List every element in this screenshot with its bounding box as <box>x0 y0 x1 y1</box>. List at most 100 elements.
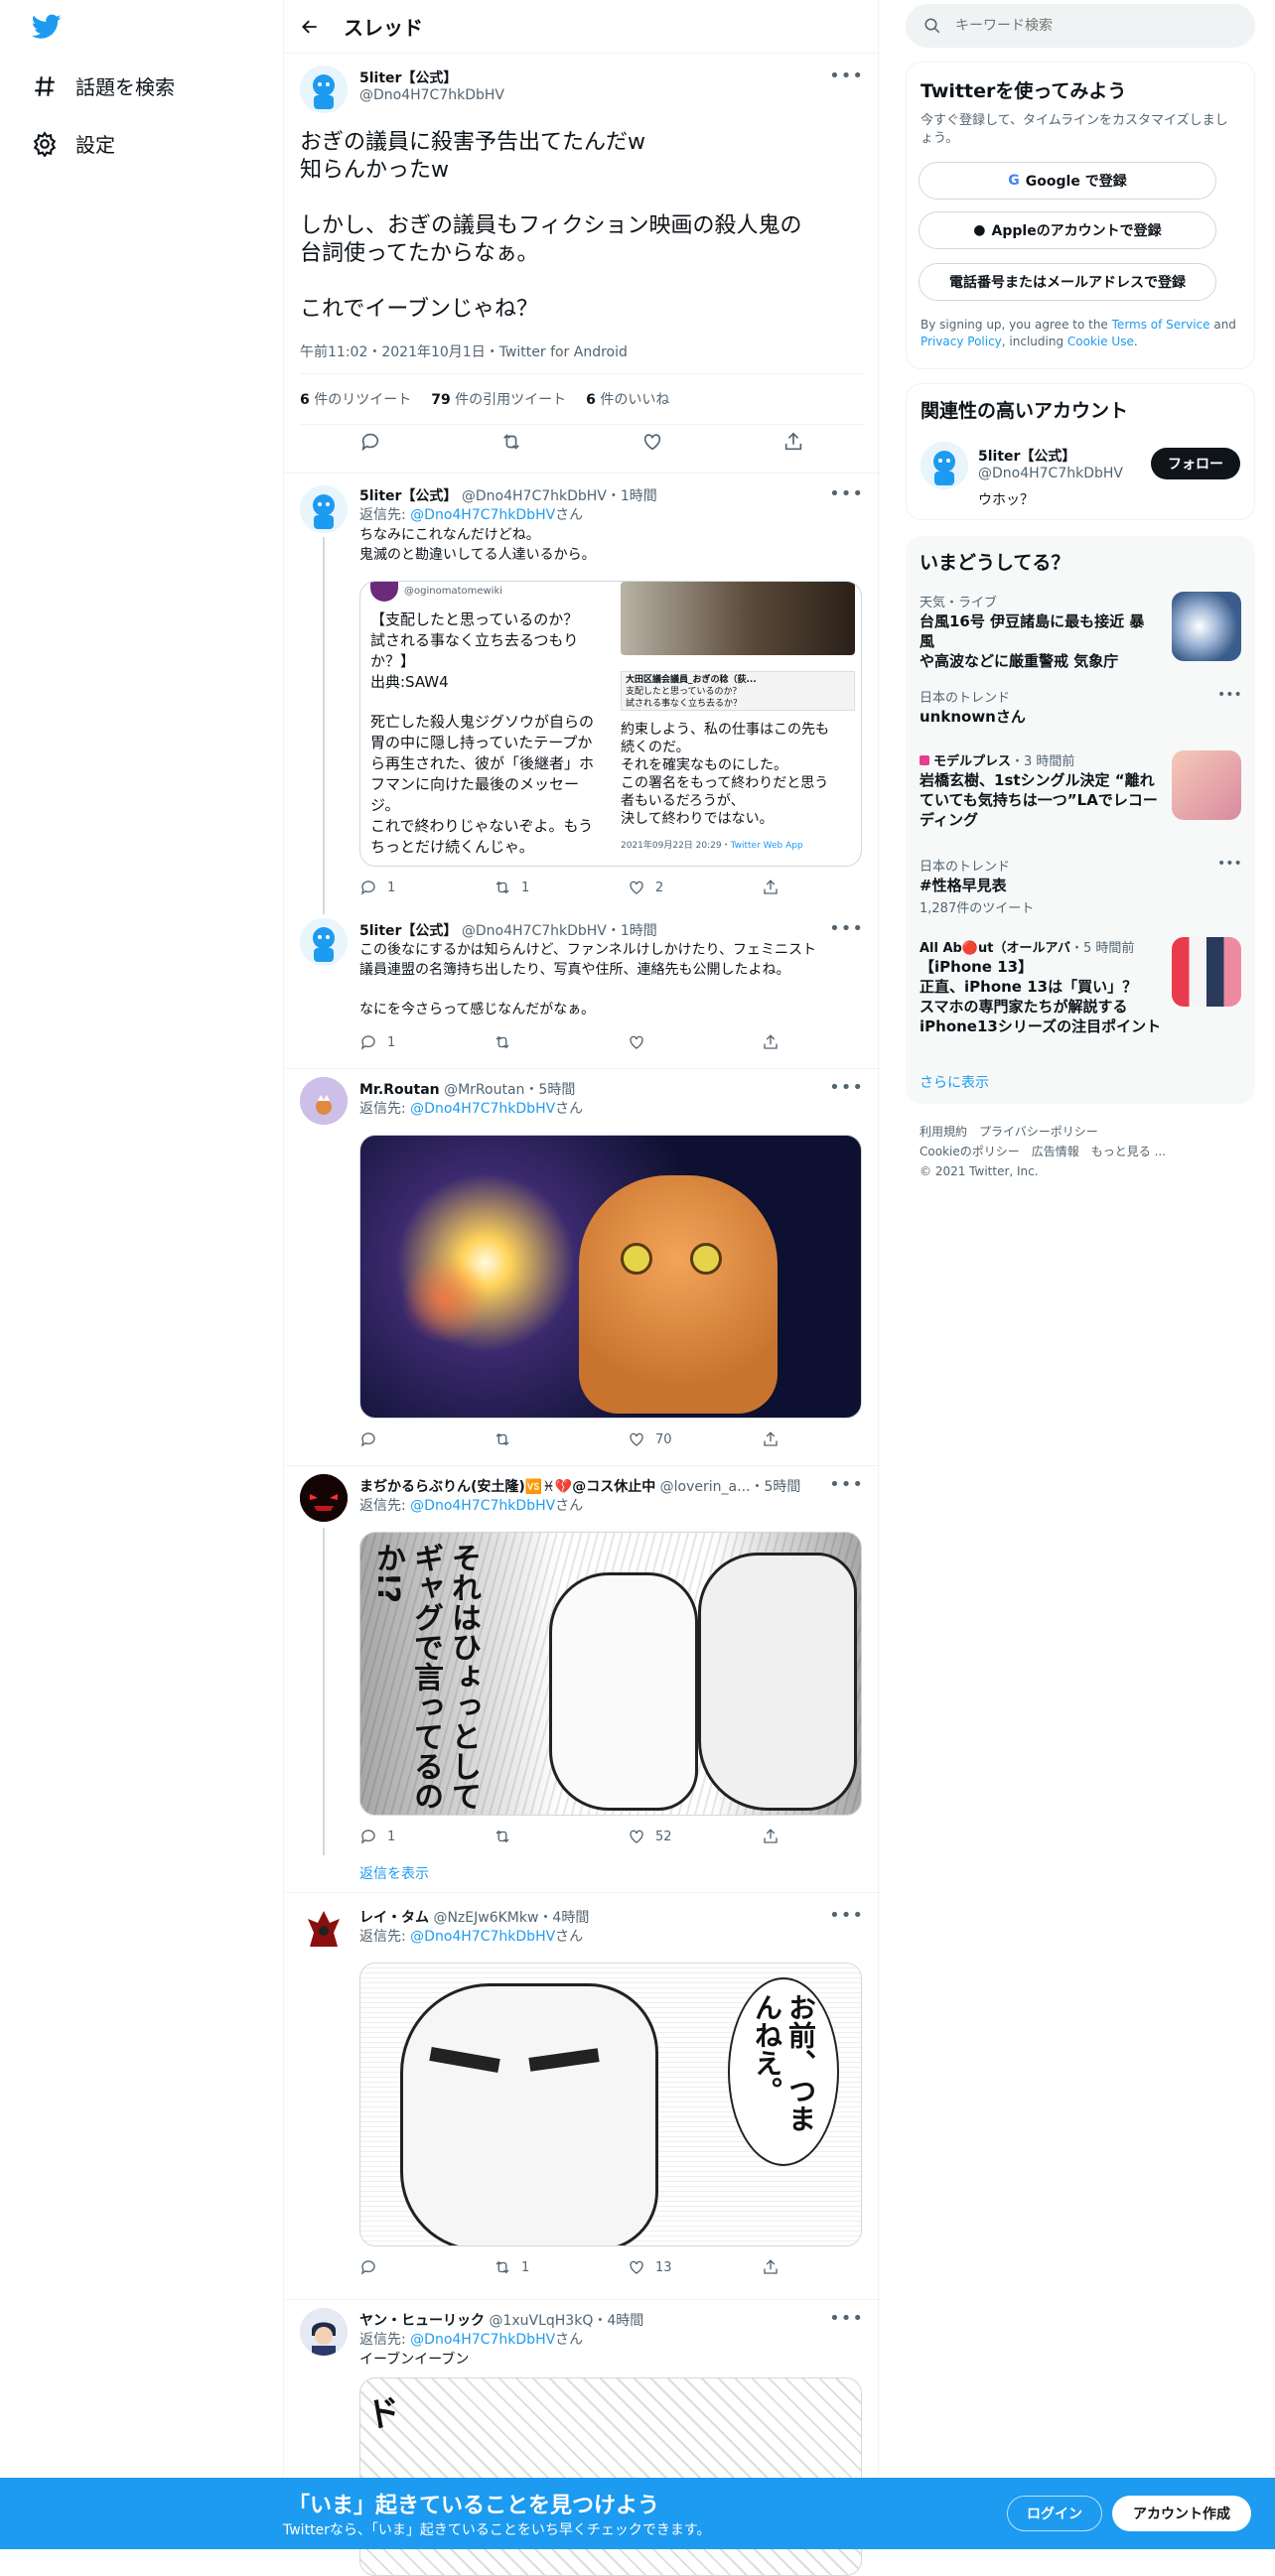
tweet-time[interactable]: ・1時間 <box>607 488 657 504</box>
more-icon[interactable]: ••• <box>829 1474 864 1495</box>
author-name[interactable]: 5liter【公式】 <box>359 488 457 504</box>
author-name[interactable]: まぢかるらぶりん(安土隆)🆚♓💔@コス休止中 <box>359 1479 655 1495</box>
share-button[interactable] <box>762 1430 896 1448</box>
tweet-time[interactable]: ・5時間 <box>750 1479 800 1495</box>
reply-to-link[interactable]: @Dno4H7C7hkDbHV <box>410 1929 555 1945</box>
footer-link[interactable]: プライバシーポリシー <box>979 1125 1098 1139</box>
signup-button[interactable]: アカウント作成 <box>1112 2496 1251 2531</box>
avatar[interactable] <box>921 442 968 489</box>
tweet-time[interactable]: ・5時間 <box>524 1082 575 1098</box>
back-arrow-icon[interactable] <box>300 17 320 37</box>
retweet-button[interactable] <box>494 1430 628 1448</box>
more-icon[interactable]: ••• <box>829 66 864 86</box>
reply-to-link[interactable]: @Dno4H7C7hkDbHV <box>410 1101 555 1117</box>
footer-link[interactable]: 利用規約 <box>920 1125 967 1139</box>
nav-explore[interactable]: 話題を検索 <box>32 71 175 100</box>
search-bar[interactable] <box>906 4 1255 48</box>
share-button[interactable] <box>762 1033 896 1051</box>
more-icon[interactable]: ••• <box>829 2308 864 2329</box>
trend-item[interactable]: 天気・ライブ 台風16号 伊豆諸島に最も接近 暴風 や高波などに厳重警戒 気象庁 <box>906 592 1255 670</box>
manga-image[interactable]: それはひょっとしてギャグで言ってるのか!? <box>359 1532 862 1816</box>
login-button[interactable]: ログイン <box>1007 2496 1102 2531</box>
like-button[interactable]: 13 <box>628 2258 762 2276</box>
retweet-button[interactable]: 1 <box>494 879 628 896</box>
more-icon[interactable]: ••• <box>1217 687 1242 703</box>
author-handle[interactable]: @Dno4H7C7hkDbHV <box>462 923 607 939</box>
avatar[interactable] <box>300 918 348 966</box>
trend-item[interactable]: All Ab🔴ut（オールアバ・5 時間前 【iPhone 13】 正直、iPho… <box>906 937 1255 1036</box>
footer-link[interactable]: 広告情報 <box>1032 1145 1079 1158</box>
retweet-icon[interactable] <box>500 431 522 453</box>
cookie-link[interactable]: Cookie Use <box>1067 335 1134 348</box>
retweet-button[interactable] <box>494 1033 628 1051</box>
author-handle[interactable]: @MrRoutan <box>444 1082 524 1098</box>
google-signup-button[interactable]: G Google で登録 <box>919 162 1216 200</box>
more-icon[interactable]: ••• <box>829 1077 864 1098</box>
trend-item[interactable]: モデルプレス・3 時間前 岩橋玄樹、1stシングル決定 “離れ ていても気持ちは一… <box>906 750 1255 840</box>
like-button[interactable] <box>628 1033 762 1051</box>
embedded-screenshot[interactable]: @oginomatomewiki 【支配したと思っているのか？ 試される事なく立ち… <box>359 581 862 867</box>
privacy-link[interactable]: Privacy Policy <box>921 335 1002 348</box>
tweet-time[interactable]: ・4時間 <box>538 1910 589 1926</box>
author-handle[interactable]: @1xuVLqH3kQ <box>489 2313 593 2329</box>
tweet-time[interactable]: ・4時間 <box>593 2313 643 2329</box>
footer-link[interactable]: もっと見る ... <box>1091 1145 1166 1158</box>
reply-to-link[interactable]: @Dno4H7C7hkDbHV <box>410 1498 555 1514</box>
author-handle[interactable]: @Dno4H7C7hkDbHV <box>462 488 607 504</box>
quote-stat[interactable]: 79 件の引用ツイート <box>431 389 566 409</box>
author-name[interactable]: ヤン・ヒューリック <box>359 2313 485 2329</box>
share-icon[interactable] <box>782 431 804 453</box>
avatar[interactable] <box>300 1077 348 1125</box>
trend-item[interactable]: 日本のトレンド #性格早見表 1,287件のツイート ••• <box>906 856 1255 916</box>
avatar[interactable] <box>300 2308 348 2356</box>
author-handle[interactable]: @loverin_a... <box>660 1479 751 1495</box>
like-stat[interactable]: 6 件のいいね <box>586 389 669 409</box>
reply-icon[interactable] <box>359 431 381 453</box>
cat-space-image[interactable] <box>359 1135 862 1419</box>
apple-signup-button[interactable]: ● Appleのアカウントで登録 <box>919 211 1216 249</box>
author-name[interactable]: 5liter【公式】 <box>359 68 457 87</box>
follow-button[interactable]: フォロー <box>1151 448 1240 479</box>
twitter-logo-icon[interactable] <box>31 14 62 44</box>
retweet-button[interactable]: 1 <box>494 2258 628 2276</box>
share-button[interactable] <box>762 879 896 896</box>
share-button[interactable] <box>762 1828 896 1845</box>
show-replies-link[interactable]: 返信を表示 <box>359 1863 429 1883</box>
reply-button[interactable]: 1 <box>359 1828 494 1845</box>
reply-to-link[interactable]: @Dno4H7C7hkDbHV <box>410 507 555 523</box>
more-icon[interactable]: ••• <box>829 1905 864 1926</box>
account-handle[interactable]: @Dno4H7C7hkDbHV <box>978 466 1123 481</box>
like-button[interactable]: 2 <box>628 879 762 896</box>
trend-item[interactable]: 日本のトレンド unknownさん ••• <box>906 687 1255 727</box>
avatar[interactable] <box>300 485 348 533</box>
footer-link[interactable]: Cookieのポリシー <box>920 1145 1020 1158</box>
tweet-timestamp[interactable]: 午前11:02・2021年10月1日・Twitter for Android <box>300 341 628 361</box>
search-input[interactable] <box>955 18 1213 34</box>
like-icon[interactable] <box>641 431 663 453</box>
manga-image[interactable]: お前、つまんねえ。 <box>359 1963 862 2246</box>
like-button[interactable]: 70 <box>628 1430 762 1448</box>
reply-button[interactable] <box>359 2258 494 2276</box>
avatar[interactable] <box>300 66 348 113</box>
author-name[interactable]: Mr.Routan <box>359 1082 440 1098</box>
author-name[interactable]: レイ・タム <box>359 1910 429 1926</box>
nav-settings[interactable]: 設定 <box>32 129 115 158</box>
author-handle[interactable]: @Dno4H7C7hkDbHV <box>359 87 504 103</box>
account-name[interactable]: 5liter【公式】 <box>978 446 1075 466</box>
author-name[interactable]: 5liter【公式】 <box>359 923 457 939</box>
avatar[interactable] <box>300 1474 348 1522</box>
reply-button[interactable]: 1 <box>359 1033 494 1051</box>
more-icon[interactable]: ••• <box>829 918 864 939</box>
terms-link[interactable]: Terms of Service <box>1112 318 1210 332</box>
more-icon[interactable]: ••• <box>829 483 864 504</box>
reply-button[interactable] <box>359 1430 494 1448</box>
reply-button[interactable]: 1 <box>359 879 494 896</box>
show-more-link[interactable]: さらに表示 <box>920 1072 989 1092</box>
retweet-button[interactable] <box>494 1828 628 1845</box>
author-handle[interactable]: @NzEJw6KMkw <box>433 1910 538 1926</box>
like-button[interactable]: 52 <box>628 1828 762 1845</box>
share-button[interactable] <box>762 2258 896 2276</box>
phone-email-signup-button[interactable]: 電話番号またはメールアドレスで登録 <box>919 263 1216 301</box>
reply-to-link[interactable]: @Dno4H7C7hkDbHV <box>410 2332 555 2348</box>
tweet-time[interactable]: ・1時間 <box>607 923 657 939</box>
